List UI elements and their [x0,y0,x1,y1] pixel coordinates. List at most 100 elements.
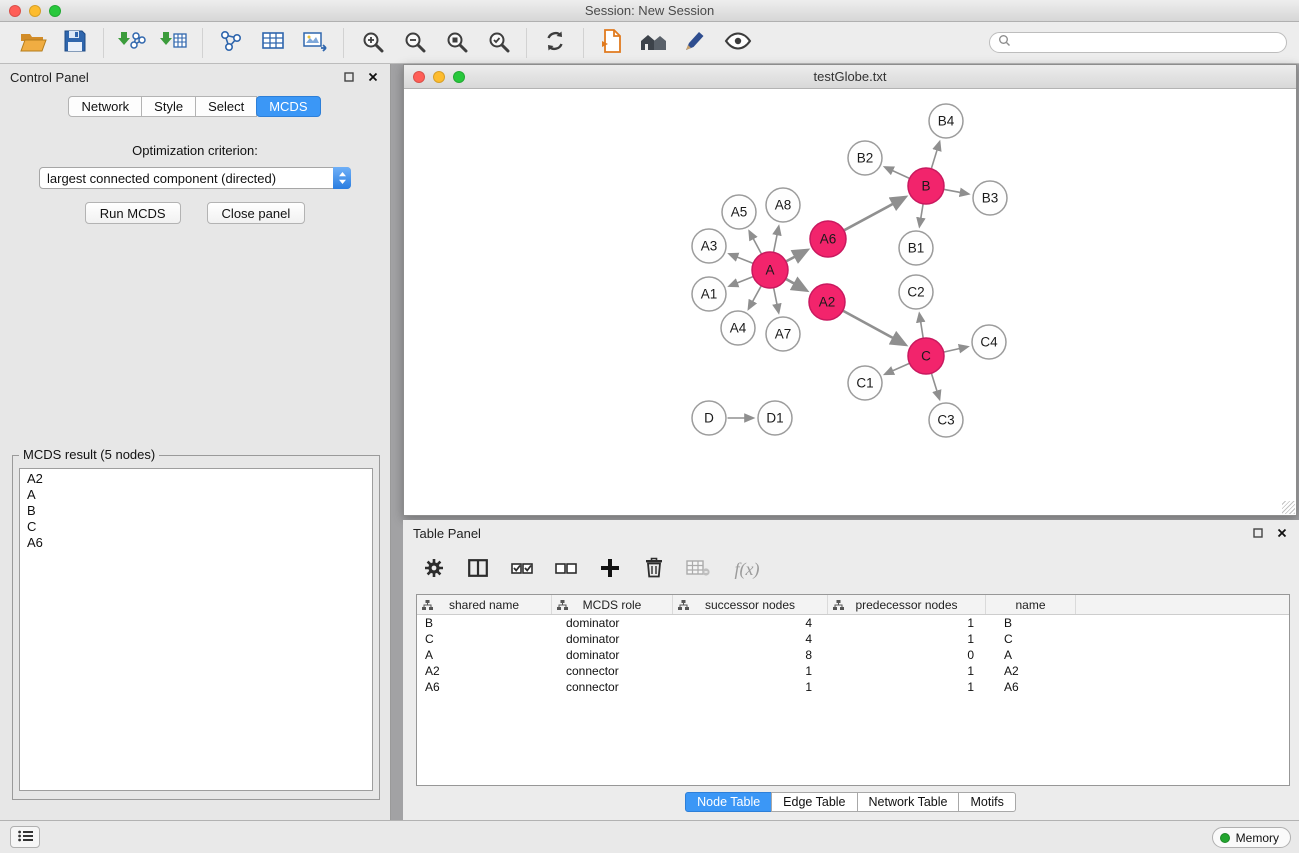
table-cell[interactable]: dominator [552,615,673,631]
zoom-window-button[interactable] [49,5,61,17]
tab-node-table[interactable]: Node Table [685,792,772,812]
mcds-result-item[interactable]: B [20,503,372,519]
graph-edge-B-B4[interactable] [931,142,939,168]
memory-button[interactable]: Memory [1212,827,1291,848]
table-cell[interactable]: A [986,647,1076,663]
table-cell[interactable]: 4 [673,615,828,631]
network-graph[interactable]: B4B2BB3A8A5A6B1A3AC2A1A2A4A7CC4C1C3DD1 [404,89,1296,515]
mcds-result-item[interactable]: A [20,487,372,503]
table-row[interactable]: Adominator80A [417,647,1289,663]
search-field[interactable] [989,32,1287,53]
minimize-window-button[interactable] [29,5,41,17]
close-panel-button[interactable] [366,70,380,84]
zoom-in-button[interactable] [351,25,393,61]
window-resize-grip[interactable] [1282,501,1295,514]
table-cell[interactable]: 1 [828,631,986,647]
table-cell[interactable]: 1 [828,615,986,631]
table-cell[interactable]: connector [552,679,673,695]
table-cell[interactable]: C [417,631,552,647]
table-cell[interactable]: 8 [673,647,828,663]
tab-mcds[interactable]: MCDS [256,96,320,117]
column-header-mcds-role[interactable]: MCDS role [552,595,673,614]
show-hide-details-button[interactable] [717,25,759,61]
tab-select[interactable]: Select [195,96,257,117]
table-cell[interactable]: A2 [986,663,1076,679]
column-header-successor-nodes[interactable]: successor nodes [673,595,828,614]
select-all-columns-button[interactable] [505,552,539,586]
table-cell[interactable]: 1 [828,679,986,695]
table-cell[interactable]: dominator [552,631,673,647]
graph-edge-C-C3[interactable] [932,374,940,399]
save-session-button[interactable] [54,25,96,61]
column-header-predecessor-nodes[interactable]: predecessor nodes [828,595,986,614]
mcds-result-item[interactable]: A6 [20,535,372,551]
float-panel-button[interactable] [342,70,356,84]
table-row[interactable]: Cdominator41C [417,631,1289,647]
tab-network[interactable]: Network [68,96,142,117]
network-window-titlebar[interactable]: testGlobe.txt [404,65,1296,89]
table-cell[interactable]: A6 [417,679,552,695]
table-cell[interactable]: A6 [986,679,1076,695]
graph-edge-A-A7[interactable] [774,288,779,312]
table-cell[interactable]: 4 [673,631,828,647]
search-input[interactable] [1016,35,1278,50]
network-minimize-button[interactable] [433,71,445,83]
graph-edge-C-C2[interactable] [919,314,923,338]
export-image-button[interactable] [294,25,336,61]
close-table-panel-button[interactable] [1275,526,1289,540]
home-button[interactable] [633,25,675,61]
close-window-button[interactable] [9,5,21,17]
table-cell[interactable]: 1 [828,663,986,679]
open-document-button[interactable] [591,25,633,61]
graph-edge-A-A1[interactable] [729,277,752,286]
graph-edge-A-A4[interactable] [749,286,761,309]
column-header-shared-name[interactable]: shared name [417,595,552,614]
tab-edge-table[interactable]: Edge Table [771,792,857,812]
network-zoom-button[interactable] [453,71,465,83]
show-columns-button[interactable] [461,552,495,586]
table-cell[interactable]: 1 [673,679,828,695]
import-network-from-file-button[interactable] [111,25,153,61]
style-brush-button[interactable] [675,25,717,61]
tab-motifs[interactable]: Motifs [958,792,1015,812]
table-row[interactable]: A2connector11A2 [417,663,1289,679]
float-table-panel-button[interactable] [1251,526,1265,540]
optimization-criterion-select[interactable]: largest connected component (directed) [39,167,351,189]
table-settings-button[interactable] [417,552,451,586]
network-canvas[interactable]: B4B2BB3A8A5A6B1A3AC2A1A2A4A7CC4C1C3DD1 [404,89,1296,515]
graph-edge-A-A2[interactable] [786,279,806,290]
graph-edge-B-B3[interactable] [944,189,968,194]
refresh-view-button[interactable] [534,25,576,61]
table-row[interactable]: Bdominator41B [417,615,1289,631]
graph-edge-A-A8[interactable] [774,227,779,252]
tab-network-table[interactable]: Network Table [857,792,960,812]
graph-edge-A2-C[interactable] [843,311,905,345]
new-table-button[interactable] [252,25,294,61]
table-cell[interactable]: connector [552,663,673,679]
graph-edge-C-C1[interactable] [885,363,909,374]
mcds-result-item[interactable]: A2 [20,471,372,487]
table-row[interactable]: A6connector11A6 [417,679,1289,695]
zoom-fit-button[interactable] [435,25,477,61]
mcds-result-list[interactable]: A2ABCA6 [19,468,373,791]
zoom-selected-button[interactable] [477,25,519,61]
close-mcds-panel-button[interactable]: Close panel [207,202,306,224]
graph-edge-A-A6[interactable] [786,250,807,261]
tab-style[interactable]: Style [141,96,196,117]
graph-edge-A-A3[interactable] [729,254,752,263]
delete-table-button[interactable] [681,552,715,586]
table-cell[interactable]: A2 [417,663,552,679]
table-cell[interactable]: B [417,615,552,631]
graph-edge-B-B1[interactable] [920,204,924,226]
table-cell[interactable]: B [986,615,1076,631]
function-builder-button[interactable]: f(x) [725,552,769,586]
table-cell[interactable]: dominator [552,647,673,663]
graph-edge-A-A5[interactable] [749,231,761,253]
table-cell[interactable]: C [986,631,1076,647]
table-cell[interactable]: 0 [828,647,986,663]
import-table-from-file-button[interactable] [153,25,195,61]
graph-edge-C-C4[interactable] [944,347,967,352]
graph-edge-A6-B[interactable] [844,197,905,230]
task-history-button[interactable] [10,826,40,848]
table-cell[interactable]: 1 [673,663,828,679]
